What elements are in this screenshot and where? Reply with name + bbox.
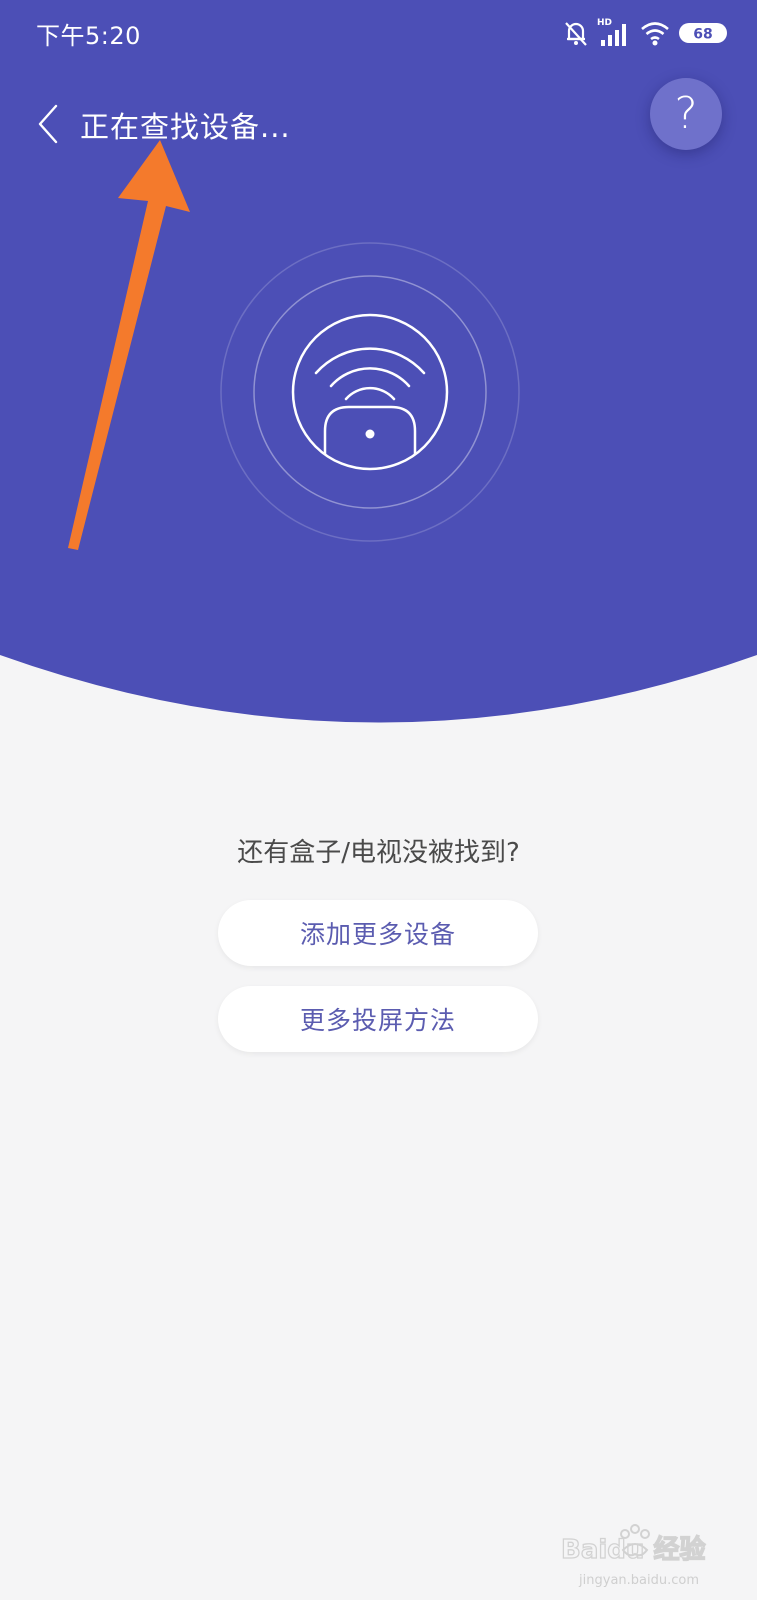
mute-bell-icon bbox=[565, 22, 587, 46]
status-bar: 下午5:20 HD 68 bbox=[0, 0, 757, 66]
add-more-devices-button[interactable]: 添加更多设备 bbox=[218, 900, 538, 966]
radar-ring-outer bbox=[220, 242, 520, 542]
not-found-prompt: 还有盒子/电视没被找到? bbox=[237, 838, 520, 868]
more-cast-methods-button[interactable]: 更多投屏方法 bbox=[218, 986, 538, 1052]
question-mark-icon: ? bbox=[674, 88, 698, 139]
status-icons: HD 68 bbox=[561, 18, 731, 48]
annotation-arrow bbox=[68, 140, 190, 550]
help-button[interactable]: ? bbox=[650, 78, 722, 150]
watermark-url: jingyan.baidu.com bbox=[579, 1573, 699, 1588]
scan-radar bbox=[220, 242, 520, 542]
network-label: HD bbox=[597, 18, 612, 28]
chevron-left-icon bbox=[38, 104, 58, 144]
radar-ring-middle bbox=[253, 275, 487, 509]
battery-level: 68 bbox=[693, 27, 712, 43]
baidu-jingyan-watermark: Baidu 经验 bbox=[561, 1524, 706, 1566]
status-time: 下午5:20 bbox=[36, 22, 141, 50]
battery-icon: 68 bbox=[679, 23, 727, 43]
wifi-icon bbox=[641, 22, 669, 46]
watermark-logo-text: Baidu 经验 bbox=[561, 1534, 705, 1565]
tv-cast-icon bbox=[291, 313, 449, 471]
signal-icon: HD bbox=[597, 18, 626, 46]
